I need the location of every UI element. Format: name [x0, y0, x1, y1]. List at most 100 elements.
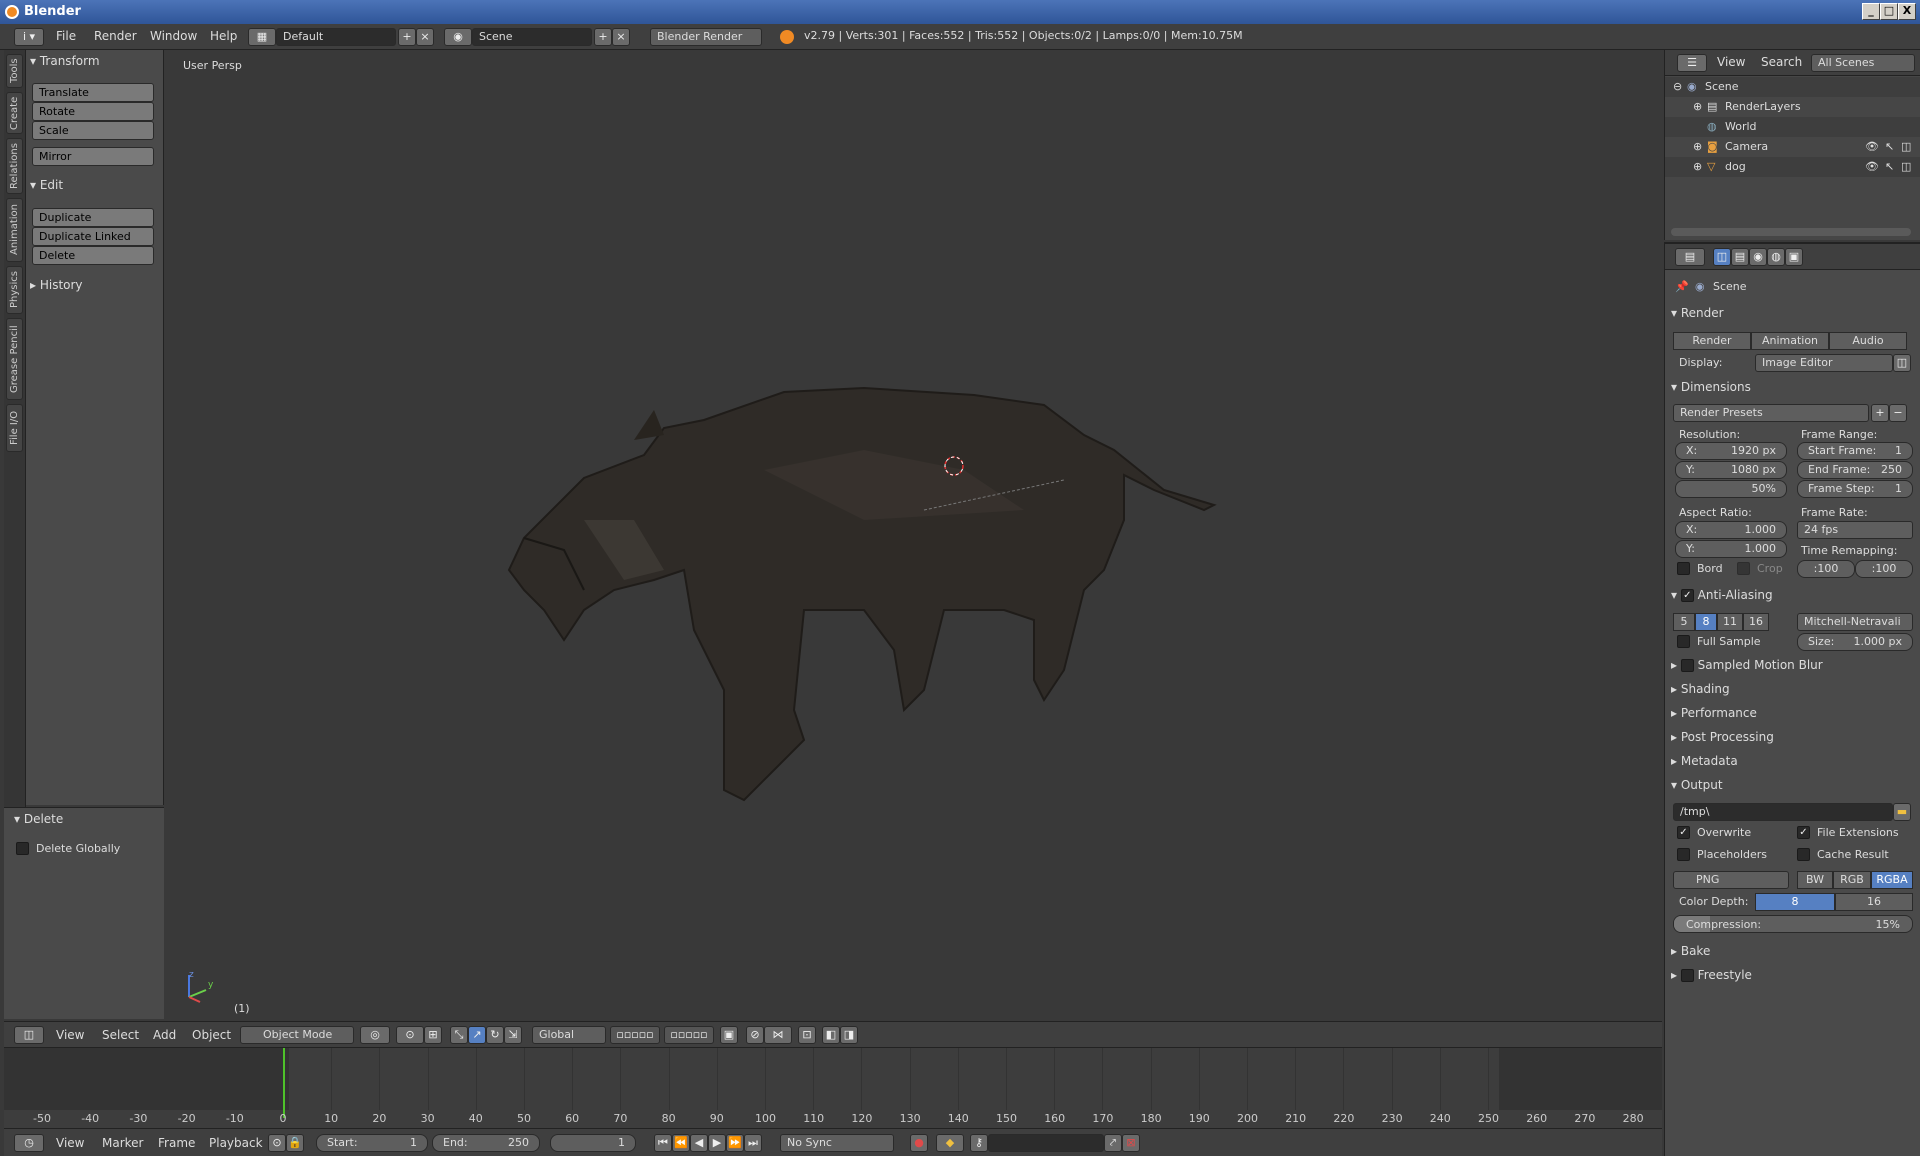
keying-icon[interactable]: ◆: [936, 1134, 964, 1152]
outliner-row-renderlayers[interactable]: ⊕ ▤ RenderLayers: [1665, 97, 1920, 117]
scene-context-icon[interactable]: ◉: [1749, 248, 1767, 266]
world-context-icon[interactable]: ◍: [1767, 248, 1785, 266]
layers-group-2-icon[interactable]: ▫▫▫▫▫: [664, 1026, 714, 1044]
file-extensions-checkbox[interactable]: ✓: [1797, 826, 1810, 839]
crop-checkbox[interactable]: [1737, 562, 1750, 575]
menu-select[interactable]: Select: [102, 1028, 139, 1042]
mirror-button[interactable]: Mirror: [32, 147, 154, 166]
layers-group-1-icon[interactable]: ▫▫▫▫▫: [610, 1026, 660, 1044]
tab-create[interactable]: Create: [6, 92, 23, 134]
render-engine-select[interactable]: Blender Render: [650, 28, 762, 46]
dog-visibility-eye-icon[interactable]: 👁: [1865, 160, 1879, 173]
rotate-manipulator-icon[interactable]: ↻: [486, 1026, 504, 1044]
keying-set-field[interactable]: [988, 1134, 1104, 1152]
play-reverse-icon[interactable]: ◀: [690, 1134, 708, 1152]
editor-type-info-icon[interactable]: i ▾: [14, 28, 44, 46]
add-scene-icon[interactable]: +: [594, 28, 612, 46]
resolution-y-field[interactable]: Y: 1080 px: [1675, 461, 1787, 479]
pin-icon[interactable]: 📌: [1675, 280, 1689, 293]
bake-section-header[interactable]: ▸ Bake: [1671, 944, 1710, 958]
scene-icon[interactable]: ◉: [444, 28, 472, 46]
tab-tools[interactable]: Tools: [6, 54, 23, 88]
outliner-row-dog[interactable]: ⊕ ▽ dog 👁 ↖ ◫: [1665, 157, 1920, 177]
remove-scene-icon[interactable]: ×: [612, 28, 630, 46]
resolution-x-field[interactable]: X: 1920 px: [1675, 442, 1787, 460]
menu-object[interactable]: Object: [192, 1028, 231, 1042]
manipulator-toggle-icon[interactable]: ⤡: [450, 1026, 468, 1044]
color-bw-button[interactable]: BW: [1797, 871, 1833, 889]
delete-keyframe-icon[interactable]: ⊠: [1122, 1134, 1140, 1152]
start-frame-prop-field[interactable]: Start Frame: 1: [1797, 442, 1913, 460]
lock-range-icon[interactable]: 🔒: [286, 1134, 304, 1152]
end-frame-field[interactable]: End: 250: [432, 1134, 540, 1152]
aspect-y-field[interactable]: Y: 1.000: [1675, 540, 1787, 558]
freestyle-section-header[interactable]: ▸ Freestyle: [1671, 968, 1752, 982]
minimize-button[interactable]: _: [1862, 3, 1880, 20]
outliner-scrollbar[interactable]: [1671, 228, 1911, 236]
dog-select-arrow-icon[interactable]: ↖: [1885, 160, 1894, 173]
tab-relations[interactable]: Relations: [6, 138, 23, 194]
remap-new-field[interactable]: :100: [1855, 560, 1913, 578]
timeline[interactable]: -50 -40 -30 -20 -10 0 10 20 30 40 50 60 70 80 90 100 110…: [4, 1048, 1662, 1128]
cache-result-checkbox[interactable]: [1797, 848, 1810, 861]
jump-start-icon[interactable]: ⏮: [654, 1134, 672, 1152]
preview-range-icon[interactable]: ⊙: [268, 1134, 286, 1152]
record-icon[interactable]: ●: [910, 1134, 928, 1152]
translate-button[interactable]: Translate: [32, 83, 154, 102]
snap-icon[interactable]: ⊘: [746, 1026, 764, 1044]
start-frame-field[interactable]: Start: 1: [316, 1134, 428, 1152]
menu-render[interactable]: Render: [94, 29, 137, 43]
post-processing-section-header[interactable]: ▸ Post Processing: [1671, 730, 1774, 744]
menu-outliner-search[interactable]: Search: [1761, 55, 1802, 69]
full-sample-checkbox[interactable]: [1677, 635, 1690, 648]
history-panel-header[interactable]: ▸ History: [30, 278, 83, 292]
render-context-icon[interactable]: ◫: [1713, 248, 1731, 266]
remove-layout-icon[interactable]: ×: [416, 28, 434, 46]
output-section-header[interactable]: ▾ Output: [1671, 778, 1723, 792]
file-format-select[interactable]: PNG: [1673, 871, 1789, 889]
camera-visibility-eye-icon[interactable]: 👁: [1865, 140, 1879, 153]
camera-render-icon[interactable]: ◫: [1901, 140, 1911, 153]
compression-slider[interactable]: Compression: 15%: [1673, 915, 1913, 933]
border-checkbox[interactable]: [1677, 562, 1690, 575]
freestyle-checkbox[interactable]: [1680, 969, 1694, 982]
menu-view[interactable]: View: [56, 1028, 84, 1042]
maximize-button[interactable]: □: [1880, 3, 1898, 20]
transform-orientation-select[interactable]: Global: [532, 1026, 606, 1044]
delete-button[interactable]: Delete: [32, 246, 154, 265]
duplicate-button[interactable]: Duplicate: [32, 208, 154, 227]
resolution-percent-field[interactable]: 50%: [1675, 480, 1787, 498]
render-anim-icon[interactable]: ◨: [840, 1026, 858, 1044]
dog-render-icon[interactable]: ◫: [1901, 160, 1911, 173]
dog-model[interactable]: [164, 50, 1662, 1020]
prev-keyframe-icon[interactable]: ⏪: [672, 1134, 690, 1152]
color-depth-8-button[interactable]: 8: [1755, 893, 1835, 911]
edit-panel-header[interactable]: ▾ Edit: [30, 178, 63, 192]
aa-samples-16[interactable]: 16: [1743, 613, 1769, 631]
render-layers-context-icon[interactable]: ▤: [1731, 248, 1749, 266]
menu-window[interactable]: Window: [150, 29, 197, 43]
menu-add[interactable]: Add: [153, 1028, 176, 1042]
end-frame-prop-field[interactable]: End Frame: 250: [1797, 461, 1913, 479]
transform-panel-header[interactable]: ▾ Transform: [30, 54, 100, 68]
editor-type-outliner-icon[interactable]: ☰: [1677, 54, 1707, 72]
aa-filter-select[interactable]: Mitchell-Netravali: [1797, 613, 1913, 631]
overwrite-checkbox[interactable]: ✓: [1677, 826, 1690, 839]
play-icon[interactable]: ▶: [708, 1134, 726, 1152]
remap-old-field[interactable]: :100: [1797, 560, 1855, 578]
color-rgb-button[interactable]: RGB: [1833, 871, 1871, 889]
menu-frame[interactable]: Frame: [158, 1136, 195, 1150]
editor-type-timeline-icon[interactable]: ◷: [14, 1134, 44, 1152]
outliner-row-world[interactable]: ◍ World: [1665, 117, 1920, 137]
jump-end-icon[interactable]: ⏭: [744, 1134, 762, 1152]
menu-playback[interactable]: Playback: [209, 1136, 263, 1150]
shading-section-header[interactable]: ▸ Shading: [1671, 682, 1730, 696]
proportional-icon[interactable]: ⊞: [424, 1026, 442, 1044]
aa-samples-8[interactable]: 8: [1695, 613, 1717, 631]
display-select[interactable]: Image Editor: [1755, 354, 1893, 372]
aspect-x-field[interactable]: X: 1.000: [1675, 521, 1787, 539]
snap-target-icon[interactable]: ⊡: [798, 1026, 816, 1044]
render-still-button[interactable]: Render: [1673, 332, 1751, 350]
anti-aliasing-section-header[interactable]: ▾ ✓ Anti-Aliasing: [1671, 588, 1773, 602]
color-depth-16-button[interactable]: 16: [1835, 893, 1913, 911]
